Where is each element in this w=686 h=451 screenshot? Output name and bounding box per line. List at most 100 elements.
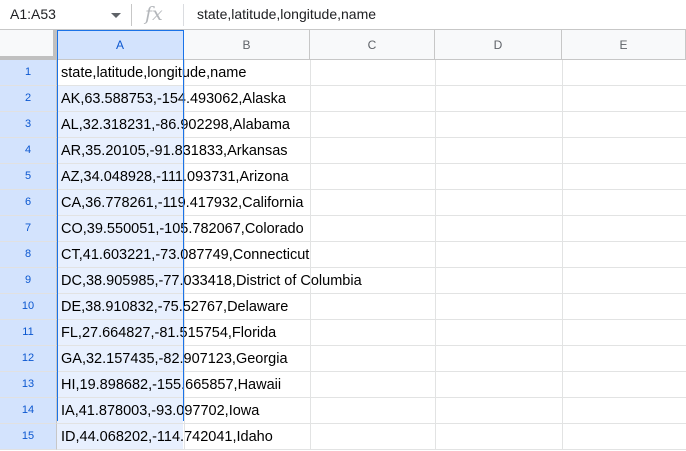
table-row: CO,39.550051,-105.782067,Colorado <box>57 216 686 242</box>
gridline <box>562 112 563 138</box>
row-header[interactable]: 4 <box>0 138 57 164</box>
name-box[interactable]: A1:A53 <box>0 0 131 29</box>
gridline <box>310 398 311 424</box>
gridline <box>310 112 311 138</box>
table-row: IA,41.878003,-93.097702,Iowa <box>57 398 686 424</box>
spreadsheet-app: A1:A53 fx state,latitude,longitude,name … <box>0 0 686 451</box>
gridline <box>562 216 563 242</box>
gridline <box>562 190 563 216</box>
gridline <box>310 86 311 112</box>
cell-value: AZ,34.048928,-111.093731,Arizona <box>61 169 289 185</box>
table-row: ID,44.068202,-114.742041,Idaho <box>57 424 686 450</box>
cell-value: state,latitude,longitude,name <box>61 65 247 81</box>
gridline <box>435 216 436 242</box>
cell-value: AR,35.20105,-91.831833,Arkansas <box>61 143 288 159</box>
gridline <box>310 424 311 450</box>
gridline <box>435 372 436 398</box>
gridline <box>435 60 436 86</box>
gridline <box>310 60 311 86</box>
chevron-down-icon[interactable] <box>111 13 121 18</box>
row-header[interactable]: 13 <box>0 372 57 398</box>
row-header[interactable]: 3 <box>0 112 57 138</box>
gridline <box>310 320 311 346</box>
table-row: AR,35.20105,-91.831833,Arkansas <box>57 138 686 164</box>
cell-value: CO,39.550051,-105.782067,Colorado <box>61 221 304 237</box>
cell-value: GA,32.157435,-82.907123,Georgia <box>61 351 288 367</box>
gridline <box>310 190 311 216</box>
table-row: CA,36.778261,-119.417932,California <box>57 190 686 216</box>
gridline <box>562 242 563 268</box>
gridline <box>310 138 311 164</box>
row-header[interactable]: 11 <box>0 320 57 346</box>
gridline <box>310 164 311 190</box>
gridline <box>435 242 436 268</box>
gridline <box>435 86 436 112</box>
gridline <box>562 164 563 190</box>
column-header-c[interactable]: C <box>310 30 435 60</box>
column-header-b[interactable]: B <box>184 30 310 60</box>
cell-value: AL,32.318231,-86.902298,Alabama <box>61 117 290 133</box>
gridline <box>435 268 436 294</box>
gridline <box>562 86 563 112</box>
gridline <box>562 398 563 424</box>
gridline <box>435 164 436 190</box>
sheet-grid[interactable]: A B C D E 1 state,latitude,longitude,name 2 AK,6… <box>0 30 686 451</box>
gridline <box>435 112 436 138</box>
cell-value: HI,19.898682,-155.665857,Hawaii <box>61 377 282 393</box>
gridline <box>562 320 563 346</box>
gridline <box>435 424 436 450</box>
formula-input[interactable]: state,latitude,longitude,name <box>197 6 376 23</box>
fx-icon: fx <box>145 3 163 25</box>
cell-value: CT,41.603221,-73.087749,Connecticut <box>61 247 310 263</box>
gridline <box>562 60 563 86</box>
gridline <box>562 268 563 294</box>
row-header[interactable]: 6 <box>0 190 57 216</box>
column-header-a[interactable]: A <box>57 30 184 60</box>
row-header[interactable]: 8 <box>0 242 57 268</box>
gridline <box>562 294 563 320</box>
gridline <box>57 449 686 450</box>
divider <box>131 4 132 26</box>
gridline <box>310 346 311 372</box>
cell-value: DE,38.910832,-75.52767,Delaware <box>61 299 289 315</box>
formula-bar: A1:A53 fx state,latitude,longitude,name <box>0 0 686 30</box>
select-all-corner[interactable] <box>0 30 57 60</box>
table-row: AK,63.588753,-154.493062,Alaska <box>57 86 686 112</box>
gridline <box>310 242 311 268</box>
name-box-value[interactable]: A1:A53 <box>10 6 56 23</box>
table-row: AZ,34.048928,-111.093731,Arizona <box>57 164 686 190</box>
gridline <box>435 294 436 320</box>
row-header[interactable]: 5 <box>0 164 57 190</box>
cell-value: FL,27.664827,-81.515754,Florida <box>61 325 277 341</box>
gridline <box>435 320 436 346</box>
gridline <box>310 216 311 242</box>
gridline <box>435 398 436 424</box>
gridline <box>562 346 563 372</box>
table-row: AL,32.318231,-86.902298,Alabama <box>57 112 686 138</box>
gridline <box>435 138 436 164</box>
row-header[interactable]: 7 <box>0 216 57 242</box>
row-header[interactable]: 2 <box>0 86 57 112</box>
table-row: HI,19.898682,-155.665857,Hawaii <box>57 372 686 398</box>
divider <box>183 4 184 26</box>
row-header[interactable]: 12 <box>0 346 57 372</box>
gridline <box>562 372 563 398</box>
table-row: FL,27.664827,-81.515754,Florida <box>57 320 686 346</box>
row-header[interactable]: 15 <box>0 424 57 450</box>
table-row: CT,41.603221,-73.087749,Connecticut <box>57 242 686 268</box>
row-header[interactable]: 1 <box>0 60 57 86</box>
gridline <box>562 424 563 450</box>
column-header-e[interactable]: E <box>562 30 686 60</box>
table-row: GA,32.157435,-82.907123,Georgia <box>57 346 686 372</box>
row-header[interactable]: 10 <box>0 294 57 320</box>
column-header-d[interactable]: D <box>435 30 562 60</box>
gridline <box>562 138 563 164</box>
cell-value: AK,63.588753,-154.493062,Alaska <box>61 91 286 107</box>
cell-value: CA,36.778261,-119.417932,California <box>61 195 304 211</box>
gridline <box>435 190 436 216</box>
cell-value: IA,41.878003,-93.097702,Iowa <box>61 403 260 419</box>
row-header[interactable]: 14 <box>0 398 57 424</box>
table-row: DE,38.910832,-75.52767,Delaware <box>57 294 686 320</box>
row-header[interactable]: 9 <box>0 268 57 294</box>
table-row: state,latitude,longitude,name <box>57 60 686 86</box>
